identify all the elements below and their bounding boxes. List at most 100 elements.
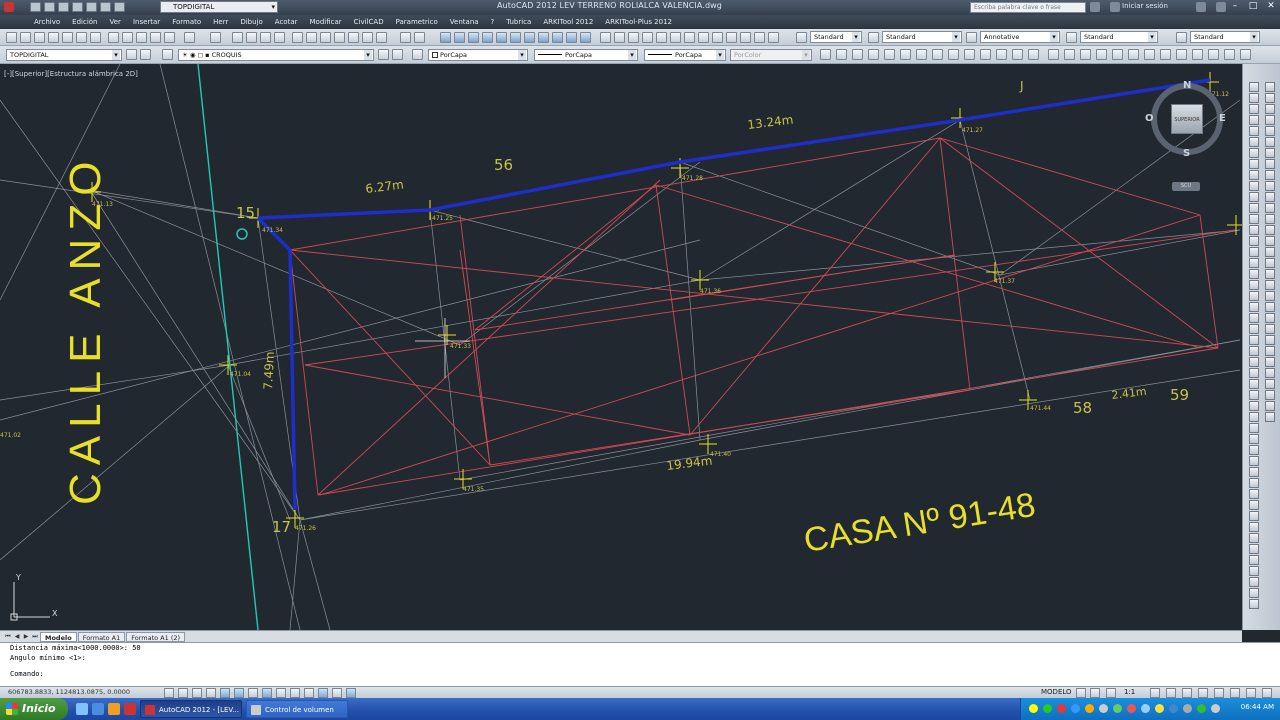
object-snap-tracking-toggle[interactable] bbox=[262, 688, 272, 698]
close-button[interactable]: ✕ bbox=[1262, 0, 1280, 13]
modify-break-icon[interactable] bbox=[996, 49, 1007, 60]
search-input[interactable]: Escriba palabra clave o frase bbox=[970, 2, 1086, 13]
quickcalc-icon[interactable] bbox=[362, 32, 373, 43]
hardware-accel-icon[interactable] bbox=[1230, 688, 1240, 698]
viewcube[interactable]: N S E O SUPERIOR SCU bbox=[1145, 80, 1226, 191]
draw-tool-icon[interactable] bbox=[1265, 335, 1275, 345]
undo-tool-icon[interactable] bbox=[184, 32, 195, 43]
draw-tool-icon[interactable] bbox=[1265, 379, 1275, 389]
minimize-button[interactable]: – bbox=[1226, 0, 1244, 13]
draw-tool-icon[interactable] bbox=[1265, 247, 1275, 257]
draw-tool-icon[interactable] bbox=[1265, 203, 1275, 213]
tray-icon-10[interactable] bbox=[1155, 704, 1164, 713]
save-file-icon[interactable] bbox=[34, 32, 45, 43]
modify-mirror-icon[interactable] bbox=[852, 49, 863, 60]
text-style-icon[interactable] bbox=[796, 32, 807, 43]
tray-icon-1[interactable] bbox=[1029, 704, 1038, 713]
view-iso-se-icon[interactable] bbox=[552, 32, 563, 43]
layer-isolate-icon[interactable] bbox=[412, 49, 423, 60]
menu-modificar[interactable]: Modificar bbox=[310, 18, 342, 26]
tab-formato-a1-2[interactable]: Formato A1 (2) bbox=[126, 631, 186, 642]
modify-move-icon[interactable] bbox=[900, 49, 911, 60]
clean-screen-icon[interactable] bbox=[1262, 688, 1272, 698]
tray-icon-6[interactable] bbox=[1099, 704, 1108, 713]
tray-icon-8[interactable] bbox=[1127, 704, 1136, 713]
copy-icon[interactable] bbox=[122, 32, 133, 43]
draw-tool-icon[interactable] bbox=[1249, 159, 1259, 169]
draw-tool-icon[interactable] bbox=[1249, 214, 1259, 224]
mleader-style-icon[interactable] bbox=[1176, 32, 1187, 43]
draw-tool-icon[interactable] bbox=[1265, 291, 1275, 301]
draw-tool-icon[interactable] bbox=[1265, 390, 1275, 400]
draw-tool-icon[interactable] bbox=[1249, 137, 1259, 147]
publish-icon[interactable] bbox=[76, 32, 87, 43]
draw-tool-icon[interactable] bbox=[1249, 335, 1259, 345]
selection-cycling-toggle[interactable] bbox=[346, 688, 356, 698]
draw-tool-icon[interactable] bbox=[1249, 104, 1259, 114]
draw-tool-icon[interactable] bbox=[1249, 148, 1259, 158]
draw-tool-icon[interactable] bbox=[1249, 588, 1259, 598]
modify-chamfer-icon[interactable] bbox=[1028, 49, 1039, 60]
ortho-mode-toggle[interactable] bbox=[206, 688, 216, 698]
coordinate-readout[interactable]: 606783.8833, 1124813.0875, 0.0000 bbox=[8, 688, 130, 696]
tray-icon-5[interactable] bbox=[1085, 704, 1094, 713]
view-iso-ne-icon[interactable] bbox=[566, 32, 577, 43]
save-icon[interactable] bbox=[58, 2, 69, 12]
view-left-icon[interactable] bbox=[482, 32, 493, 43]
zoom-previous-icon[interactable] bbox=[274, 32, 285, 43]
ucs-3point-icon[interactable] bbox=[712, 32, 723, 43]
render-icon[interactable] bbox=[1048, 49, 1059, 60]
draw-tool-icon[interactable] bbox=[1249, 456, 1259, 466]
draw-tool-icon[interactable] bbox=[1249, 423, 1259, 433]
ie-icon[interactable] bbox=[92, 703, 104, 715]
pan-icon[interactable] bbox=[232, 32, 243, 43]
isolate-objects-icon[interactable] bbox=[1214, 688, 1224, 698]
task-volume-control[interactable]: Control de volumen bbox=[246, 700, 348, 718]
clock[interactable]: 06:44 AM bbox=[1241, 703, 1274, 711]
draw-tool-icon[interactable] bbox=[1249, 126, 1259, 136]
draw-tool-icon[interactable] bbox=[1249, 500, 1259, 510]
modify-extend-icon[interactable] bbox=[980, 49, 991, 60]
ucs-zaxis-icon[interactable] bbox=[698, 32, 709, 43]
draw-tool-icon[interactable] bbox=[1249, 434, 1259, 444]
last-tab-icon[interactable]: ⏭ bbox=[31, 633, 39, 641]
draw-tool-icon[interactable] bbox=[1265, 412, 1275, 422]
infer-constraints-toggle[interactable] bbox=[164, 688, 174, 698]
tray-icon-7[interactable] bbox=[1113, 704, 1122, 713]
qnew-icon[interactable] bbox=[6, 32, 17, 43]
dynamic-input-toggle[interactable] bbox=[290, 688, 300, 698]
walk-icon[interactable] bbox=[1128, 49, 1139, 60]
draw-tool-icon[interactable] bbox=[1265, 236, 1275, 246]
view-bottom-icon[interactable] bbox=[468, 32, 479, 43]
match-properties-icon[interactable] bbox=[150, 32, 161, 43]
menu-archivo[interactable]: Archivo bbox=[34, 18, 60, 26]
ucs-z-icon[interactable] bbox=[754, 32, 765, 43]
menu-ver[interactable]: Ver bbox=[110, 18, 121, 26]
draw-tool-icon[interactable] bbox=[1265, 148, 1275, 158]
make-current-icon[interactable] bbox=[378, 49, 389, 60]
viewcube-face[interactable]: SUPERIOR bbox=[1171, 104, 1203, 134]
ucs-apply-icon[interactable] bbox=[768, 32, 779, 43]
user-icon[interactable] bbox=[1110, 2, 1120, 12]
workspace-settings-icon[interactable] bbox=[126, 49, 137, 60]
materials-icon[interactable] bbox=[1096, 49, 1107, 60]
menu-tubrica[interactable]: Tubrica bbox=[506, 18, 531, 26]
draw-tool-icon[interactable] bbox=[1249, 236, 1259, 246]
menu-help[interactable]: ? bbox=[491, 18, 495, 26]
ucs-object-icon[interactable] bbox=[656, 32, 667, 43]
customize-icon[interactable] bbox=[140, 49, 151, 60]
first-tab-icon[interactable]: ⏮ bbox=[4, 633, 12, 641]
menu-arkitool-plus[interactable]: ARKITool-Plus 2012 bbox=[605, 18, 672, 26]
modify-trim-icon[interactable] bbox=[964, 49, 975, 60]
modify-rotate-icon[interactable] bbox=[916, 49, 927, 60]
draw-tool-icon[interactable] bbox=[1265, 93, 1275, 103]
media-icon[interactable] bbox=[108, 703, 120, 715]
mleader-style-select[interactable]: Standard bbox=[1190, 31, 1260, 43]
compass-east[interactable]: E bbox=[1219, 113, 1226, 124]
object-snap-toggle[interactable] bbox=[234, 688, 244, 698]
draw-tool-icon[interactable] bbox=[1265, 324, 1275, 334]
draw-tool-icon[interactable] bbox=[1265, 214, 1275, 224]
linetype-select[interactable]: PorCapa bbox=[534, 49, 638, 61]
design-center-icon[interactable] bbox=[306, 32, 317, 43]
annotative-icon[interactable] bbox=[966, 32, 977, 43]
